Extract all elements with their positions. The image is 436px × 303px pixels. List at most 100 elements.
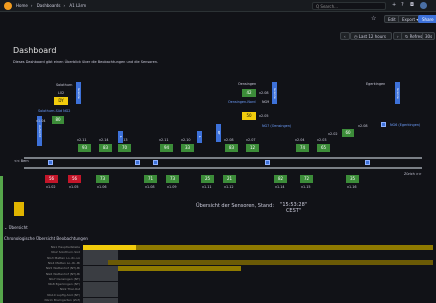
sensor-value[interactable]: 65: [317, 144, 330, 152]
sensor-node[interactable]: [381, 122, 386, 127]
vertical-marker: L: [118, 131, 123, 143]
sensor-node[interactable]: [265, 160, 270, 165]
sensor-value[interactable]: 42: [242, 89, 256, 97]
search-input[interactable]: Q Search...: [312, 2, 386, 10]
sensor-link[interactable]: Oensingen-Nord: [228, 100, 255, 104]
sensor-value[interactable]: 93: [78, 144, 91, 152]
page-description: Dieses Dashboard gibt einen Überblick üb…: [13, 60, 159, 64]
sensor-code: v1.04: [36, 119, 46, 123]
sensor-code: v1.09: [167, 185, 177, 189]
sensor-code: v1.12: [224, 185, 234, 189]
avatar[interactable]: [420, 2, 427, 9]
bern-label: << Bern: [14, 159, 29, 163]
help-icon[interactable]: ?: [401, 3, 404, 8]
sensor-code: v2.08: [259, 91, 269, 95]
sensor-value[interactable]: 82: [274, 175, 287, 183]
stamp-label: Übersicht der Sensoren, Stand:: [196, 203, 275, 209]
sensor-node[interactable]: [48, 160, 53, 165]
sensor-value[interactable]: 60: [342, 129, 354, 137]
road-track: [24, 167, 422, 169]
sensor-value[interactable]: 74: [296, 144, 309, 152]
sensor-map-panel: Solothurn Oensingen Egerkingen Grenze Gr…: [10, 76, 432, 202]
grafana-logo-icon[interactable]: [4, 2, 12, 10]
timeline-segment[interactable]: [83, 297, 118, 303]
station-oensingen: Oensingen: [238, 82, 257, 86]
sensor-value[interactable]: 35: [346, 175, 359, 183]
sensor-code: v1.14: [275, 185, 285, 189]
sensor-value[interactable]: 83: [225, 144, 238, 152]
timeline-row-label: NG11 Bremgarten (Zof): [44, 298, 80, 302]
sensor-code: v2.10: [181, 138, 191, 142]
sensor-value[interactable]: DY: [54, 97, 68, 105]
dashboard-actions: ☆ Edit Export ▾ Share: [0, 13, 436, 24]
sensor-code: v2.11: [77, 138, 87, 142]
sensor-value[interactable]: 50: [242, 112, 256, 120]
stamp-time: "15:53:28" CEST": [280, 202, 308, 214]
sensor-code: v2.05: [259, 114, 269, 118]
left-status-strip: [0, 176, 3, 303]
sensor-node[interactable]: [153, 160, 158, 165]
vertical-marker: L: [197, 131, 202, 143]
sensor-code: v1.05: [69, 185, 79, 189]
sensor-link[interactable]: Solothurn-Süd NG2: [38, 109, 70, 113]
breadcrumb-dashboards[interactable]: Dashboards: [37, 3, 61, 8]
timeline-panel-title: Chronologische Übersicht Beobachtungen: [4, 236, 88, 241]
sensor-node[interactable]: [135, 160, 140, 165]
star-icon[interactable]: ☆: [371, 15, 376, 22]
sensor-code: v1.16: [347, 185, 357, 189]
station-egerkingen: Egerkingen: [366, 82, 386, 86]
vertical-marker: Grenze: [76, 82, 81, 104]
sensor-code: v1.02: [46, 185, 56, 189]
top-bar: Home › Dashboards › A1 Lärm Q Search... + …: [0, 0, 436, 12]
breadcrumb-current: A1 Lärm: [69, 3, 87, 8]
sensor-code: v2.04: [295, 138, 305, 142]
sensor-value[interactable]: 56: [45, 175, 58, 183]
time-range-picker[interactable]: ◷ Last 12 hours: [350, 32, 392, 40]
overview-row-toggle[interactable]: ⌄ Übersicht: [4, 225, 28, 230]
zurich-label: Zürich >>: [404, 172, 422, 176]
sensor-value[interactable]: 83: [99, 144, 112, 152]
news-icon[interactable]: ◘: [410, 3, 414, 8]
sensor-link[interactable]: NG7 (Oensingen): [262, 124, 291, 128]
sensor-value[interactable]: 33: [181, 144, 194, 152]
sensor-code: v2.08: [358, 124, 368, 128]
sensor-code: v2.07: [246, 138, 256, 142]
sensor-value[interactable]: 21: [223, 175, 236, 183]
sensor-code: v1.11: [202, 185, 212, 189]
sensor-value[interactable]: 70: [118, 144, 131, 152]
sensor-code: v2.02: [328, 132, 338, 136]
sensor-value[interactable]: 71: [144, 175, 157, 183]
zoom-out-button[interactable]: ‹: [340, 32, 350, 40]
sensor-value[interactable]: 72: [300, 175, 313, 183]
station-solothurn: Solothurn: [56, 83, 73, 87]
plus-icon[interactable]: +: [392, 3, 396, 8]
sensor-value[interactable]: 25: [201, 175, 214, 183]
sensor-code: v2.11: [159, 138, 169, 142]
time-controls: ‹ ◷ Last 12 hours › ↻ Refresh 30s: [0, 31, 436, 41]
breadcrumb: Home › Dashboards › A1 Lärm: [16, 3, 87, 8]
sensor-value[interactable]: 80: [52, 116, 64, 124]
sensor-value[interactable]: 73: [166, 175, 179, 183]
sensor-value[interactable]: 12: [246, 144, 259, 152]
sensor-value[interactable]: 73: [96, 175, 109, 183]
sensor-code: v2.03: [317, 138, 327, 142]
sensor-code: NG9: [262, 100, 270, 104]
sensor-code: L02: [58, 91, 65, 95]
sensor-value[interactable]: 56: [68, 175, 81, 183]
breadcrumb-home[interactable]: Home: [16, 3, 28, 8]
sensor-link[interactable]: NG6 (Egerkingen): [390, 123, 420, 127]
sensor-code: v1.06: [97, 185, 107, 189]
road-track: [24, 157, 422, 159]
sensor-code: v2.08: [224, 138, 234, 142]
sensor-code: v1.08: [145, 185, 155, 189]
share-button[interactable]: Share: [418, 15, 436, 23]
sensor-node[interactable]: [365, 160, 370, 165]
timeline-row: NG11 Bremgarten (Zof): [10, 297, 434, 303]
sensor-code: v2.14: [99, 138, 109, 142]
sensor-value[interactable]: 94: [160, 144, 173, 152]
vertical-marker: Grenze: [272, 82, 277, 104]
refresh-interval-select[interactable]: 30s: [422, 32, 436, 40]
sensor-code: v1.15: [301, 185, 311, 189]
vertical-marker: RT: [216, 124, 221, 142]
page-title: Dashboard: [13, 46, 57, 55]
